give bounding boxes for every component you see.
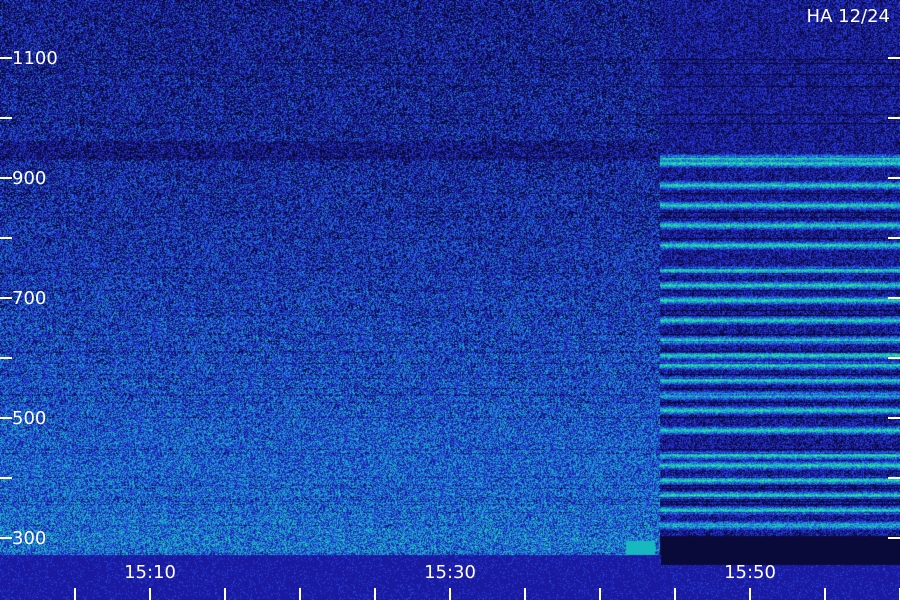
x-axis: 15:10 15:30 15:50 [74,562,900,600]
spectrogram-panel: 1100 900 700 500 300 15:10 15:30 15:50 HA 12/2… [0,0,900,600]
y-axis: 1100 900 700 500 300 [0,48,900,549]
axes-overlay: 1100 900 700 500 300 15:10 15:30 15:50 HA 12/2… [0,6,900,600]
y-tick-label: 900 [12,168,46,189]
corner-label: HA 12/24 [807,6,890,27]
x-tick-label: 15:10 [124,562,176,583]
x-tick-label: 15:30 [424,562,476,583]
x-tick-label: 15:50 [724,562,776,583]
y-tick-label: 500 [12,408,46,429]
y-tick-label: 1100 [12,48,58,69]
y-tick-label: 300 [12,528,46,549]
y-tick-label: 700 [12,288,46,309]
